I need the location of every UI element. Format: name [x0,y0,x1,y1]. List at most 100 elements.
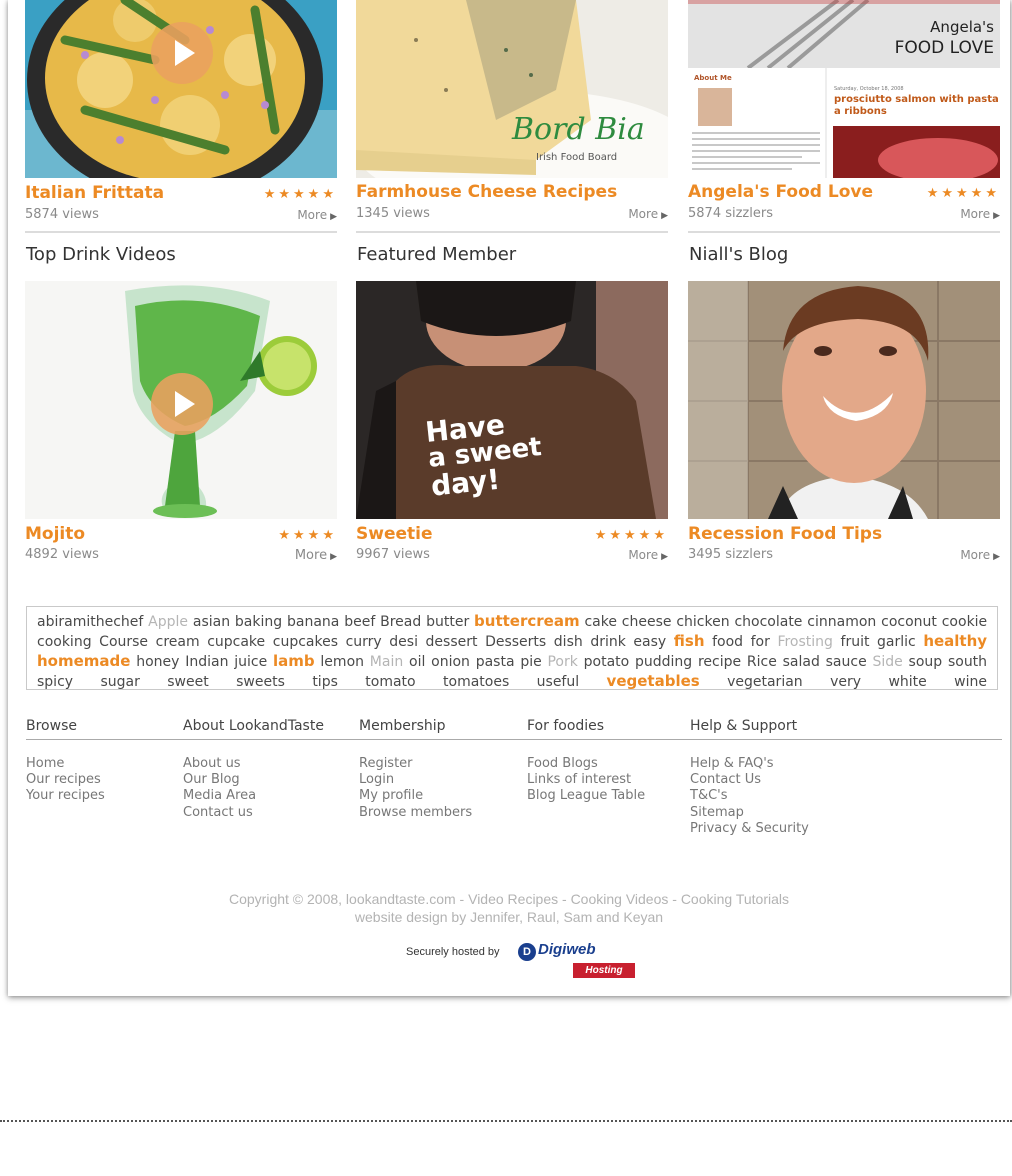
footer-link[interactable]: Our Blog [183,772,324,788]
tag-link[interactable]: potato [584,654,630,670]
tag-link[interactable]: onion [431,654,470,670]
tag-link[interactable]: Frosting [777,634,832,650]
footer-link[interactable]: Register [359,756,472,772]
tag-link[interactable]: pie [520,654,541,670]
tag-link[interactable]: curry [346,634,382,650]
tag-link[interactable]: Bread [380,614,421,630]
niall-blog-photo[interactable] [688,281,1000,519]
tag-link[interactable]: sauce [826,654,867,670]
tag-link[interactable]: very [830,674,861,690]
tag-link[interactable]: vegetarian [727,674,803,690]
tag-link[interactable]: food [712,634,743,650]
tag-link[interactable]: Course [99,634,148,650]
footer-link[interactable]: Blog League Table [527,788,645,804]
tag-link[interactable]: cheese [622,614,672,630]
tag-link[interactable]: Side [872,654,902,670]
tag-link[interactable]: lamb [273,652,315,670]
tag-link[interactable]: cupcakes [273,634,338,650]
more-link[interactable]: More ▶ [628,207,668,221]
tag-link[interactable]: Desserts [485,634,546,650]
tag-link[interactable]: recipe [698,654,741,670]
tag-link[interactable]: Indian [185,654,228,670]
tag-link[interactable]: Rice [747,654,777,670]
mojito-video-thumbnail[interactable] [25,281,337,519]
tag-link[interactable]: cinnamon [807,614,876,630]
tag-link[interactable]: lemon [320,654,364,670]
frittata-video-thumbnail[interactable] [25,0,337,178]
footer-link[interactable]: My profile [359,788,472,804]
footer-link[interactable]: Our recipes [26,772,105,788]
tag-link[interactable]: cooking [37,634,92,650]
tag-link[interactable]: south [948,654,987,670]
footer-link[interactable]: Home [26,756,105,772]
tag-link[interactable]: tomato [365,674,415,690]
card-title[interactable]: Angela's Food Love [688,182,873,202]
tag-link[interactable]: butter [426,614,469,630]
more-link[interactable]: More ▶ [960,207,1000,221]
footer-link[interactable]: Sitemap [690,805,809,821]
play-icon[interactable] [151,22,213,84]
tag-link[interactable]: oil [409,654,425,670]
footer-link[interactable]: About us [183,756,324,772]
tag-link[interactable]: sweet [167,674,208,690]
angela-blog-thumbnail[interactable]: Angela's FOOD LOVE About Me Saturday, Oc… [688,0,1000,178]
tag-link[interactable]: Main [370,654,403,670]
tag-link[interactable]: baking [235,614,282,630]
tag-link[interactable]: white [888,674,926,690]
tag-link[interactable]: cream [156,634,200,650]
tag-link[interactable]: cookie [942,614,987,630]
tag-link[interactable]: tomatoes [443,674,509,690]
tag-link[interactable]: healthy [923,632,987,650]
tag-link[interactable]: coconut [881,614,937,630]
tag-link[interactable]: desi [389,634,418,650]
tag-link[interactable]: useful [537,674,579,690]
tag-link[interactable]: cake [584,614,617,630]
cheese-recipes-thumbnail[interactable]: Bord Bia Irish Food Board [356,0,668,178]
play-icon[interactable] [151,373,213,435]
tag-link[interactable]: fruit [841,634,870,650]
tag-link[interactable]: banana [287,614,339,630]
tag-link[interactable]: dish [554,634,583,650]
tag-link[interactable]: garlic [877,634,916,650]
tag-link[interactable]: cupcake [207,634,265,650]
footer-link[interactable]: Media Area [183,788,324,804]
card-title[interactable]: Sweetie [356,524,433,544]
more-link[interactable]: More ▶ [960,548,1000,562]
more-link[interactable]: More ▶ [628,548,668,562]
card-title[interactable]: Farmhouse Cheese Recipes [356,182,617,202]
tag-link[interactable]: salad [783,654,820,670]
card-title[interactable]: Mojito [25,524,85,544]
tag-link[interactable]: fish [674,632,705,650]
tag-link[interactable]: spicy [37,674,73,690]
tag-link[interactable]: Apple [148,614,188,630]
tag-link[interactable]: easy [633,634,666,650]
digiweb-logo[interactable]: D Digiweb Hosting [518,940,635,980]
card-title[interactable]: Recession Food Tips [688,524,882,544]
tag-link[interactable]: pudding [635,654,692,670]
footer-link[interactable]: Contact us [183,805,324,821]
tag-link[interactable]: beef [344,614,375,630]
more-link[interactable]: More ▶ [297,208,337,222]
footer-link[interactable]: Your recipes [26,788,105,804]
more-link[interactable]: More ▶ [295,548,337,563]
tag-link[interactable]: drink [590,634,626,650]
footer-link[interactable]: Browse members [359,805,472,821]
tag-link[interactable]: dessert [426,634,478,650]
footer-link[interactable]: T&C's [690,788,809,804]
footer-link[interactable]: Contact Us [690,772,809,788]
featured-member-photo[interactable]: Have a sweet day! [356,281,668,519]
tag-link[interactable]: buttercream [474,612,580,630]
tag-link[interactable]: Pork [547,654,577,670]
footer-link[interactable]: Food Blogs [527,756,645,772]
tag-link[interactable]: vegetables [607,672,700,690]
tag-link[interactable]: chocolate [734,614,802,630]
footer-link[interactable]: Links of interest [527,772,645,788]
tag-link[interactable]: juice [234,654,267,670]
tag-link[interactable]: pasta [476,654,515,670]
tag-link[interactable]: sweets [236,674,285,690]
tag-link[interactable]: for [751,634,770,650]
footer-link[interactable]: Privacy & Security [690,821,809,837]
tag-link[interactable]: soup [909,654,943,670]
tag-link[interactable]: homemade [37,652,130,670]
tag-link[interactable]: wine [954,674,987,690]
